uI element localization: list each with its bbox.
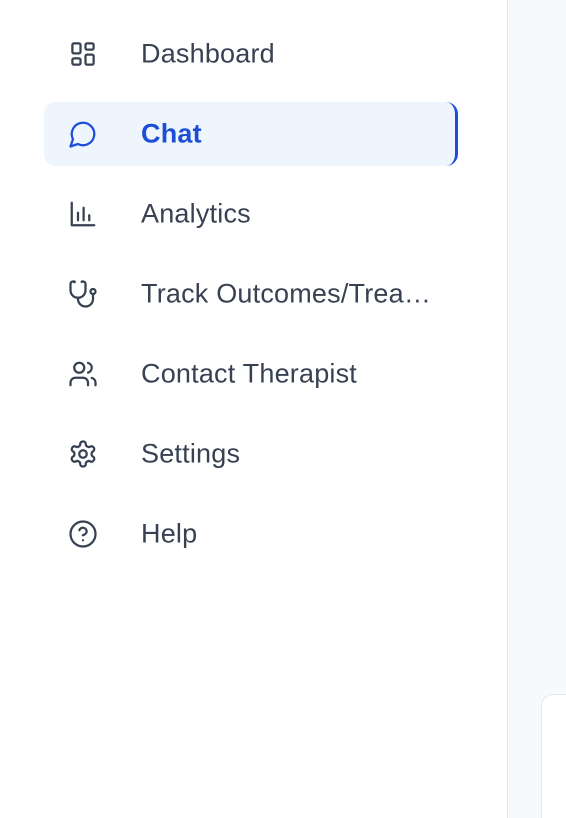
users-icon [68, 359, 98, 389]
sidebar-item-settings[interactable]: Settings [44, 422, 458, 486]
help-icon [68, 519, 98, 549]
sidebar-item-contact-therapist[interactable]: Contact Therapist [44, 342, 458, 406]
app-window: Dashboard Chat Analytics Track Outcomes/… [0, 0, 566, 818]
sidebar-item-help[interactable]: Help [44, 502, 458, 566]
stethoscope-icon [68, 279, 98, 309]
chat-icon [68, 119, 98, 149]
sidebar-item-label: Settings [141, 438, 241, 469]
sidebar-item-analytics[interactable]: Analytics [44, 182, 458, 246]
sidebar-item-track-outcomes[interactable]: Track Outcomes/Treatment [44, 262, 458, 326]
main-content [508, 0, 566, 818]
gear-icon [68, 439, 98, 469]
sidebar-item-dashboard[interactable]: Dashboard [44, 22, 458, 86]
sidebar-item-label: Track Outcomes/Treatment [141, 278, 432, 309]
content-card [541, 694, 566, 818]
sidebar-item-label: Contact Therapist [141, 358, 358, 389]
sidebar-item-label: Help [141, 518, 198, 549]
sidebar-nav: Dashboard Chat Analytics Track Outcomes/… [44, 22, 458, 582]
analytics-icon [68, 199, 98, 229]
sidebar-item-label: Dashboard [141, 38, 275, 69]
sidebar: Dashboard Chat Analytics Track Outcomes/… [0, 0, 507, 818]
sidebar-item-chat[interactable]: Chat [44, 102, 458, 166]
dashboard-icon [68, 39, 98, 69]
sidebar-item-label: Analytics [141, 198, 251, 229]
sidebar-item-label: Chat [141, 118, 202, 149]
